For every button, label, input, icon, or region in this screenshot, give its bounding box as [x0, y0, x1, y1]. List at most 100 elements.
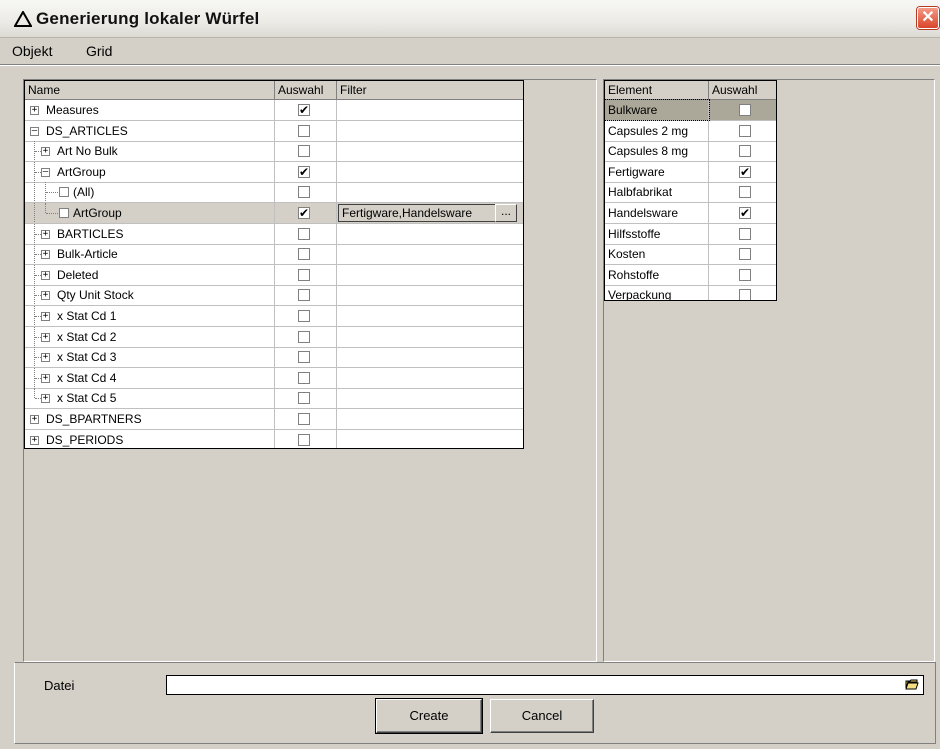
- auswahl-checkbox[interactable]: [298, 310, 310, 322]
- element-checkbox[interactable]: [739, 163, 751, 181]
- cancel-button[interactable]: Cancel: [490, 699, 594, 733]
- auswahl-checkbox[interactable]: [298, 371, 310, 384]
- tree-row[interactable]: + Qty Unit Stock: [25, 285, 523, 307]
- filter-edit-button[interactable]: ...: [495, 204, 517, 222]
- auswahl-checkbox[interactable]: [298, 248, 310, 261]
- collapse-icon[interactable]: –: [41, 167, 50, 177]
- menu-objekt[interactable]: Objekt: [12, 43, 52, 59]
- tree-row[interactable]: – DS_ARTICLES: [25, 120, 523, 142]
- tree-row[interactable]: + DS_BPARTNERS: [25, 409, 523, 430]
- tree-row-name-cell[interactable]: + DS_PERIODS: [25, 429, 275, 448]
- auswahl-checkbox[interactable]: [298, 289, 310, 302]
- column-header-auswahl[interactable]: Auswahl: [275, 81, 337, 101]
- menu-grid[interactable]: Grid: [86, 43, 112, 59]
- tree-row-filter-cell[interactable]: [337, 388, 523, 408]
- expand-icon[interactable]: +: [30, 415, 39, 424]
- tree-row-name-cell[interactable]: + DS_BPARTNERS: [25, 409, 275, 429]
- expand-icon[interactable]: +: [41, 291, 50, 301]
- tree-row-filter-cell[interactable]: [337, 327, 523, 347]
- tree-row-filter-cell[interactable]: [337, 100, 523, 120]
- tree-row-name-cell[interactable]: + Art No Bulk: [25, 141, 275, 162]
- element-name[interactable]: Hilfsstoffe: [605, 223, 709, 244]
- element-row[interactable]: Fertigware: [605, 161, 776, 183]
- tree-row-filter-cell[interactable]: [337, 430, 523, 448]
- tree-row[interactable]: – ArtGroup: [25, 161, 523, 183]
- tree-row-filter-cell[interactable]: [337, 224, 523, 244]
- tree-row[interactable]: + Deleted: [25, 264, 523, 286]
- tree-row-name-cell[interactable]: + x Stat Cd 5: [25, 388, 275, 409]
- auswahl-checkbox[interactable]: [298, 330, 310, 343]
- column-header-name[interactable]: Name: [25, 81, 275, 101]
- tree-row-filter-cell[interactable]: [337, 244, 523, 264]
- close-button[interactable]: ✕: [917, 7, 939, 29]
- object-tree-grid[interactable]: Name Auswahl Filter +Measures–DS_ARTICLE…: [24, 80, 524, 449]
- tree-row-filter-cell[interactable]: [337, 347, 523, 367]
- tree-row[interactable]: + DS_PERIODS: [25, 429, 523, 448]
- element-name[interactable]: Verpackung: [605, 285, 709, 300]
- tree-row-name-cell[interactable]: + x Stat Cd 2: [25, 326, 275, 347]
- tree-row-filter-cell[interactable]: [337, 141, 523, 161]
- element-name[interactable]: Kosten: [605, 244, 709, 265]
- tree-row[interactable]: + Bulk-Article: [25, 244, 523, 266]
- expand-icon[interactable]: +: [41, 353, 50, 363]
- tree-row-filter-cell[interactable]: [337, 182, 523, 202]
- element-checkbox[interactable]: [739, 124, 751, 137]
- element-row[interactable]: Halbfabrikat: [605, 182, 776, 204]
- element-name[interactable]: Fertigware: [605, 161, 709, 182]
- auswahl-checkbox[interactable]: [298, 204, 310, 222]
- tree-row[interactable]: + x Stat Cd 2: [25, 326, 523, 348]
- expand-icon[interactable]: +: [41, 394, 50, 404]
- filter-value-field[interactable]: Fertigware,Handelsware: [338, 204, 517, 222]
- auswahl-checkbox[interactable]: [298, 101, 310, 119]
- tree-row[interactable]: + Measures: [25, 100, 523, 121]
- create-button[interactable]: Create: [375, 698, 483, 734]
- element-row[interactable]: Rohstoffe: [605, 264, 776, 286]
- element-name[interactable]: Halbfabrikat: [605, 182, 709, 203]
- element-row[interactable]: Capsules 2 mg: [605, 120, 776, 142]
- tree-node-checkbox[interactable]: [59, 208, 69, 218]
- tree-node-checkbox[interactable]: [59, 187, 69, 198]
- expand-icon[interactable]: +: [41, 373, 50, 383]
- file-path-input[interactable]: [166, 675, 924, 695]
- column-header-filter[interactable]: Filter: [337, 81, 523, 101]
- element-row[interactable]: Bulkware: [605, 99, 776, 121]
- tree-row-filter-cell[interactable]: [337, 285, 523, 305]
- auswahl-checkbox[interactable]: [298, 124, 310, 137]
- element-checkbox[interactable]: [739, 268, 751, 281]
- tree-row-name-cell[interactable]: + Measures: [25, 100, 275, 120]
- tree-row[interactable]: + x Stat Cd 5: [25, 388, 523, 410]
- tree-row[interactable]: + x Stat Cd 1: [25, 306, 523, 327]
- element-row[interactable]: Verpackung: [605, 285, 776, 300]
- element-row[interactable]: Capsules 8 mg: [605, 141, 776, 163]
- element-checkbox[interactable]: [739, 289, 751, 300]
- tree-row-name-cell[interactable]: ArtGroup: [25, 203, 275, 223]
- auswahl-checkbox[interactable]: [298, 145, 310, 158]
- expand-icon[interactable]: +: [41, 312, 50, 321]
- element-checkbox[interactable]: [739, 186, 751, 199]
- element-name[interactable]: Handelsware: [605, 203, 709, 223]
- expand-icon[interactable]: +: [41, 332, 50, 342]
- auswahl-checkbox[interactable]: [298, 351, 310, 364]
- auswahl-checkbox[interactable]: [298, 163, 310, 181]
- column-header-auswahl[interactable]: Auswahl: [709, 81, 776, 101]
- tree-row-filter-cell[interactable]: [337, 162, 523, 182]
- tree-row-name-cell[interactable]: + Bulk-Article: [25, 244, 275, 265]
- tree-row-filter-cell[interactable]: [337, 265, 523, 285]
- tree-row-filter-cell[interactable]: [337, 306, 523, 326]
- element-name[interactable]: Bulkware: [605, 99, 710, 121]
- tree-row-name-cell[interactable]: (All): [25, 182, 275, 203]
- expand-icon[interactable]: +: [30, 435, 39, 445]
- auswahl-checkbox[interactable]: [298, 392, 310, 405]
- tree-row[interactable]: ArtGroup Fertigware,Handelsware...: [25, 203, 523, 224]
- element-row[interactable]: Hilfsstoffe: [605, 223, 776, 245]
- tree-row-name-cell[interactable]: – ArtGroup: [25, 161, 275, 182]
- expand-icon[interactable]: +: [41, 229, 50, 239]
- auswahl-checkbox[interactable]: [298, 268, 310, 281]
- tree-row[interactable]: + Art No Bulk: [25, 141, 523, 163]
- tree-row[interactable]: (All): [25, 182, 523, 204]
- auswahl-checkbox[interactable]: [298, 413, 310, 425]
- element-row[interactable]: Handelsware: [605, 203, 776, 224]
- element-checkbox[interactable]: [739, 227, 751, 240]
- element-name[interactable]: Capsules 2 mg: [605, 120, 709, 141]
- element-checkbox[interactable]: [739, 248, 751, 261]
